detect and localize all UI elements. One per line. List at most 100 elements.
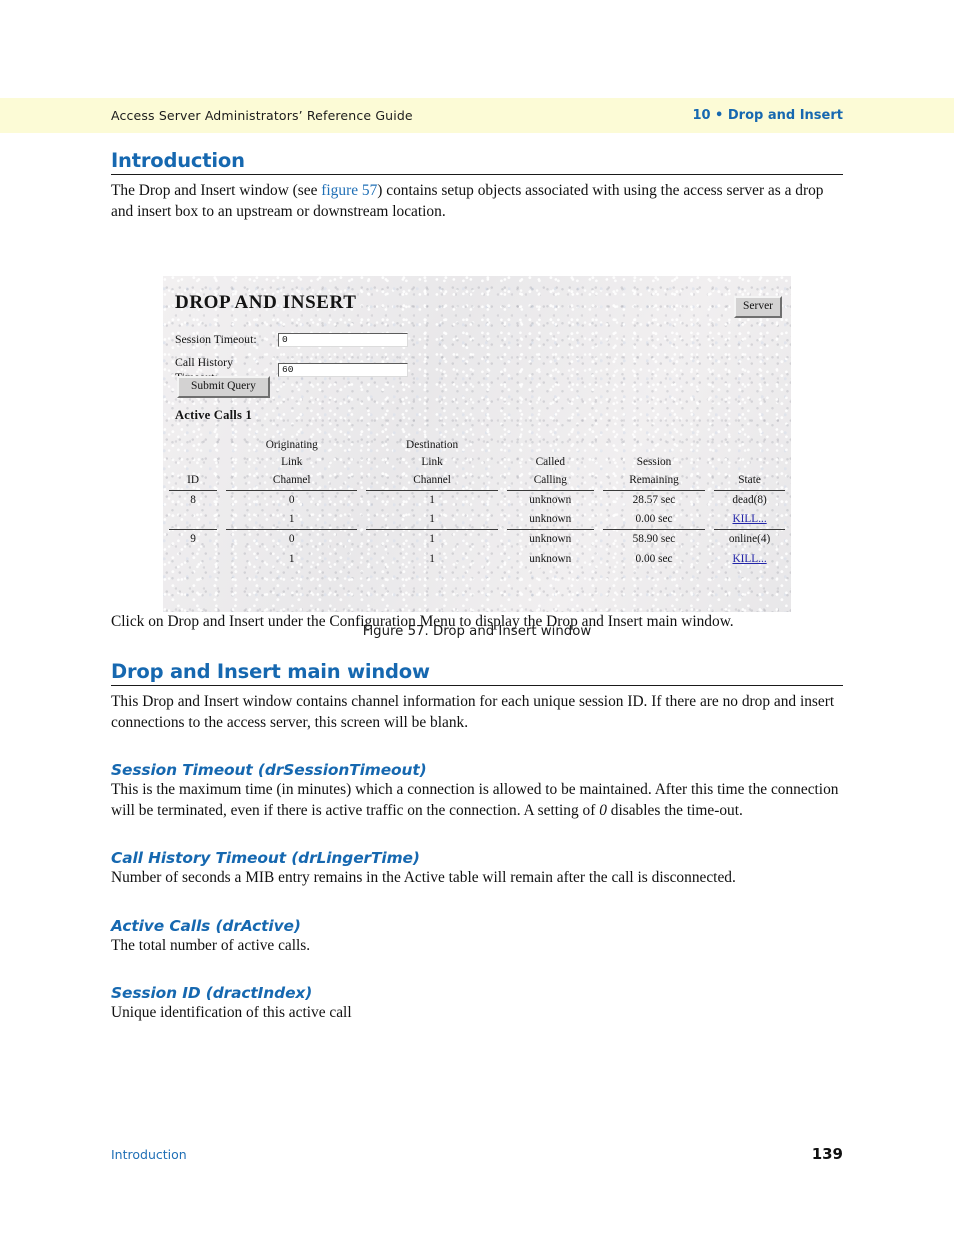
table-row: 1 1 unknown 0.00 sec KILL...	[169, 550, 785, 569]
session-timeout-text-2: disables the time-out.	[606, 801, 743, 819]
th-gap	[594, 455, 603, 472]
th-gap	[357, 438, 366, 455]
th-destination: Destination	[406, 439, 459, 451]
th-gap	[705, 438, 714, 455]
cell-gap	[594, 550, 603, 569]
cell-state-9-a: online(4)	[714, 529, 785, 550]
th-remaining: Remaining	[629, 473, 679, 486]
cell-session-8-b: 0.00 sec	[635, 513, 673, 525]
cell-orig-8-b: 1	[288, 513, 295, 525]
paragraph-active-calls: The total number of active calls.	[111, 936, 311, 954]
heading-session-timeout: Session Timeout (drSessionTimeout)	[111, 761, 427, 780]
heading-introduction: Introduction	[111, 149, 245, 172]
drop-and-insert-screenshot: DROP AND INSERT Server Session Timeout: …	[163, 276, 791, 612]
cell-dest-8-a: 1	[366, 489, 498, 510]
call-history-timeout-input[interactable]: 60	[278, 363, 408, 377]
heading-session-id: Session ID (dractIndex)	[111, 984, 313, 1003]
figure-57-crossref-link[interactable]: figure 57	[321, 182, 377, 199]
th-originating: Originating	[265, 439, 318, 451]
header-guide-title: Access Server Administrators’ Reference …	[111, 108, 413, 123]
kill-link[interactable]: KILL...	[732, 513, 766, 525]
cell-gap	[594, 510, 603, 530]
session-timeout-label: Session Timeout:	[175, 332, 257, 346]
cell-session-8-a: 28.57 sec	[602, 489, 706, 510]
cell-session-9-b: 0.00 sec	[635, 552, 673, 565]
cell-dest-9-a: 1	[366, 529, 498, 550]
cell-gap	[498, 530, 507, 550]
cell-gap	[498, 550, 507, 569]
table-header-row-2: Link Link Called Session	[169, 455, 785, 472]
cell-dest-8-b: 1	[429, 513, 435, 525]
th-gap	[217, 455, 226, 472]
table-row: 9 0 1 unknown 58.90 sec online(4)	[169, 529, 785, 550]
th-gap	[594, 473, 603, 491]
paragraph-session-id: Unique identification of this active cal…	[111, 1004, 352, 1022]
figure-caption: Figure 57. Drop and Insert window	[362, 624, 592, 639]
heading-active-calls: Active Calls (drActive)	[111, 916, 301, 935]
th-gap	[498, 455, 507, 472]
server-button[interactable]: Server	[733, 296, 782, 318]
th-gap	[357, 473, 366, 491]
cell-gap	[594, 490, 603, 510]
th-gap	[705, 455, 714, 472]
cell-orig-9-a: 0	[226, 529, 358, 550]
paragraph-main-window: This Drop and Insert window contains cha…	[111, 693, 835, 731]
cell-gap	[705, 550, 714, 569]
th-blank-5	[169, 455, 217, 472]
footer-section-label: Introduction	[111, 1147, 187, 1162]
th-destination-link: Link	[421, 456, 443, 469]
cell-gap	[498, 510, 507, 530]
cell-orig-9-b: 1	[288, 552, 295, 565]
th-gap	[498, 438, 507, 455]
th-calling: Calling	[533, 473, 567, 486]
th-gap	[217, 438, 226, 455]
cell-called-9-a: unknown	[506, 529, 594, 550]
th-blank-3	[603, 438, 705, 455]
page-header-band: Access Server Administrators’ Reference …	[0, 98, 954, 133]
th-blank-1	[169, 438, 217, 455]
cell-gap	[217, 550, 226, 569]
footer-page-number: 139	[811, 1145, 843, 1163]
cell-gap	[217, 530, 226, 550]
th-called: Called	[535, 456, 566, 469]
heading-rule-introduction	[111, 174, 843, 176]
session-timeout-input[interactable]: 0	[278, 332, 408, 347]
active-calls-table: Originating Destination Link Link Called…	[169, 438, 785, 569]
cell-state-8-b: KILL...	[714, 510, 785, 530]
page-footer: Introduction 139	[111, 1145, 843, 1163]
paragraph-introduction: The Drop and Insert window (see figure 5…	[111, 181, 843, 222]
heading-rule-main-window	[111, 685, 843, 687]
th-blank-2	[507, 438, 594, 455]
cell-called-8-b: unknown	[529, 513, 572, 525]
cell-state-8-a: dead(8)	[714, 489, 785, 510]
kill-link[interactable]: KILL...	[732, 553, 766, 565]
submit-query-button[interactable]: Submit Query	[177, 376, 270, 398]
screenshot-title: DROP AND INSERT	[175, 292, 357, 313]
cell-gap	[357, 550, 366, 569]
cell-gap	[705, 510, 714, 530]
cell-dest-9-b: 1	[429, 552, 435, 565]
page-header-content: Access Server Administrators’ Reference …	[111, 98, 843, 133]
table-header-row-1: Originating Destination	[169, 438, 785, 455]
th-destination-channel: Channel	[413, 473, 451, 486]
active-calls-count-label: Active Calls 1	[175, 408, 252, 422]
session-timeout-form-row: Session Timeout: 0	[175, 332, 408, 347]
session-timeout-literal-zero: 0	[599, 801, 607, 819]
active-calls-table-body: 8 0 1 unknown 28.57 sec dead(8) 1 1 unkn…	[169, 489, 785, 569]
cell-id-blank	[169, 550, 217, 569]
cell-gap	[705, 490, 714, 510]
paragraph-session-timeout: This is the maximum time (in minutes) wh…	[111, 780, 843, 821]
cell-session-9-a: 58.90 sec	[602, 529, 706, 550]
heading-call-history-timeout: Call History Timeout (drLingerTime)	[111, 849, 420, 868]
cell-gap	[705, 530, 714, 550]
cell-gap	[217, 510, 226, 530]
th-blank-6	[714, 455, 785, 472]
paragraph-call-history-timeout: Number of seconds a MIB entry remains in…	[111, 869, 736, 887]
cell-gap	[357, 530, 366, 550]
header-chapter-title: 10 • Drop and Insert	[692, 108, 843, 123]
cell-orig-8-a: 0	[226, 489, 358, 510]
intro-text-before-link: The Drop and Insert window (see	[111, 182, 322, 200]
table-header-row-3: ID Channel Channel Calling Remaining Sta…	[169, 473, 785, 491]
th-gap	[217, 473, 226, 491]
th-state: State	[738, 473, 761, 486]
